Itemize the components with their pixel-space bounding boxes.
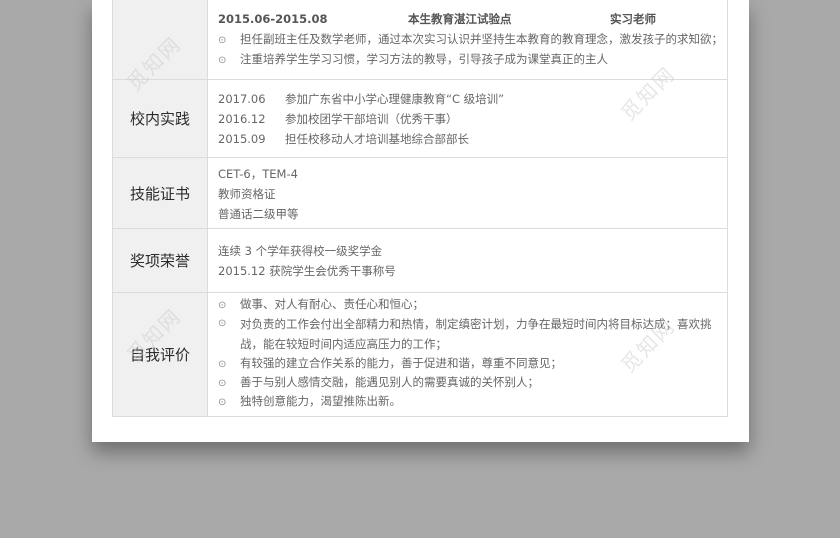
circle-dot-icon: ⊙ xyxy=(218,300,227,311)
work-position: 实习老师 xyxy=(610,12,656,26)
skills-content: CET-6，TEM-4 教师资格证 普通话二级甲等 xyxy=(218,164,719,224)
circle-dot-icon: ⊙ xyxy=(218,318,227,329)
list-item: ⊙ 对负责的工作会付出全部精力和热情，制定缜密计划，力争在最短时间内将目标达成；喜… xyxy=(218,314,719,354)
circle-dot-icon: ⊙ xyxy=(218,397,227,408)
self-eval-content: ⊙ 做事、对人有耐心、责任心和恒心； ⊙ 对负责的工作会付出全部精力和热情，制定缜密… xyxy=(218,295,719,411)
work-label-cell xyxy=(113,0,208,79)
list-item: ⊙ 独特创意能力，渴望推陈出新。 xyxy=(218,392,719,411)
list-item: 2015.12 获院学生会优秀干事称号 xyxy=(218,264,396,278)
self-eval-row: 自我评价 ⊙ 做事、对人有耐心、责任心和恒心； ⊙ 对负责的工作会付出全部精力和热情… xyxy=(113,293,727,417)
list-item: 2016.12 参加校团学干部培训（优秀干事） xyxy=(218,112,458,126)
practice-row: 校内实践 2017.06 参加广东省中小学心理健康教育“C 级培训” 2016.1… xyxy=(113,80,727,158)
awards-row: 奖项荣誉 连续 3 个学年获得校一级奖学金 2015.12 获院学生会优秀干事称… xyxy=(113,229,727,293)
practice-content: 2017.06 参加广东省中小学心理健康教育“C 级培训” 2016.12 参加校团… xyxy=(218,89,719,149)
practice-label: 校内实践 xyxy=(113,80,208,157)
circle-dot-icon: ⊙ xyxy=(218,35,227,46)
awards-content: 连续 3 个学年获得校一级奖学金 2015.12 获院学生会优秀干事称号 xyxy=(218,241,719,281)
work-row: 2015.06-2015.08 本生教育湛江试验点 实习老师 ⊙ 担任副班主任及数… xyxy=(113,0,727,80)
list-item: 教师资格证 xyxy=(218,187,276,201)
skills-label: 技能证书 xyxy=(113,158,208,228)
awards-label: 奖项荣誉 xyxy=(113,229,208,292)
resume-page: 2015.06-2015.08 本生教育湛江试验点 实习老师 ⊙ 担任副班主任及数… xyxy=(92,0,749,442)
work-company: 本生教育湛江试验点 xyxy=(408,12,512,26)
self-eval-label: 自我评价 xyxy=(113,293,208,416)
list-item: 普通话二级甲等 xyxy=(218,207,299,221)
work-header: 2015.06-2015.08 本生教育湛江试验点 实习老师 xyxy=(218,9,719,29)
work-period: 2015.06-2015.08 xyxy=(218,12,328,26)
list-item: 2017.06 参加广东省中小学心理健康教育“C 级培训” xyxy=(218,92,505,106)
circle-dot-icon: ⊙ xyxy=(218,378,227,389)
list-item: ⊙ 有较强的建立合作关系的能力，善于促进和谐，尊重不同意见； xyxy=(218,354,719,373)
list-item: 连续 3 个学年获得校一级奖学金 xyxy=(218,244,383,258)
list-item: ⊙ 做事、对人有耐心、责任心和恒心； xyxy=(218,295,719,314)
list-item: ⊙ 善于与别人感情交融，能遇见别人的需要真诚的关怀别人； xyxy=(218,373,719,392)
list-item: ⊙ 担任副班主任及数学老师，通过本次实习认识并坚持生本教育的教育理念，激发孩子的求… xyxy=(218,29,723,49)
list-item: CET-6，TEM-4 xyxy=(218,167,298,181)
list-item: ⊙ 注重培养学生学习习惯，学习方法的教导，引导孩子成为课堂真正的主人 xyxy=(218,49,719,69)
work-content: 2015.06-2015.08 本生教育湛江试验点 实习老师 ⊙ 担任副班主任及数… xyxy=(218,9,723,69)
circle-dot-icon: ⊙ xyxy=(218,55,227,66)
skills-row: 技能证书 CET-6，TEM-4 教师资格证 普通话二级甲等 xyxy=(113,158,727,229)
circle-dot-icon: ⊙ xyxy=(218,359,227,370)
resume-table: 2015.06-2015.08 本生教育湛江试验点 实习老师 ⊙ 担任副班主任及数… xyxy=(112,0,728,417)
list-item: 2015.09 担任校移动人才培训基地综合部部长 xyxy=(218,132,469,146)
